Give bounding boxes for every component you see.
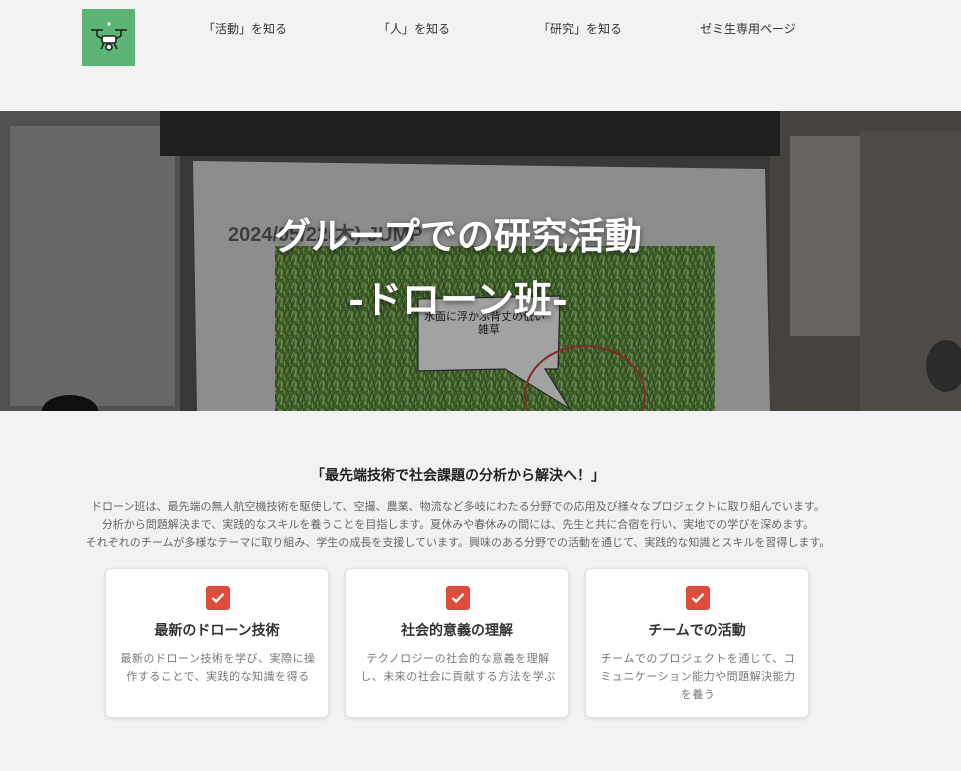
checkbox-icon	[686, 586, 710, 610]
checkbox-icon	[446, 586, 470, 610]
feature-card-text: 最新のドローン技術を学び、実際に操作することで、実践的な知識を得る	[120, 652, 316, 683]
feature-card-team-activity: チームでの活動 チームでのプロジェクトを通じて、コミュニケーション能力や問題解決…	[585, 568, 809, 718]
hero-title: グループでの研究活動	[274, 214, 642, 258]
intro-section: 「最先端技術で社会課題の分析から解決へ！」 ドローン班は、最先端の無人航空機技術…	[0, 411, 961, 771]
feature-card-drone-tech: 最新のドローン技術 最新のドローン技術を学び、実際に操作することで、実践的な知識…	[105, 568, 329, 718]
feature-card-text: チームでのプロジェクトを通じて、コミュニケーション能力や問題解決能力を養う	[600, 652, 796, 701]
feature-card-text: テクノロジーの社会的な意義を理解し、未来の社会に貢献する方法を学ぶ	[360, 652, 556, 683]
description-line: それぞれのチームが多様なテーマに取り組み、学生の成長を支援しています。興味のある…	[85, 536, 831, 549]
feature-card-social-meaning: 社会的意義の理解 テクノロジーの社会的な意義を理解し、未来の社会に貢献する方法を…	[345, 568, 569, 718]
nav-link-research[interactable]: 「研究」を知る	[538, 20, 622, 37]
hero-background-image: 2024/05/22(木) JUMP 水面に浮かぶ背丈の低い 雑草	[0, 111, 961, 411]
hero-subtitle: -ドローン班-	[348, 277, 568, 322]
nav-link-people[interactable]: 「人」を知る	[378, 20, 450, 37]
section-tagline: 「最先端技術で社会課題の分析から解決へ！」	[311, 468, 605, 484]
feature-card-title: 社会的意義の理解	[401, 623, 513, 639]
drone-icon	[90, 21, 127, 51]
description-line: 分析から問題解決まで、実践的なスキルを養うことを目指します。夏休みや春休みの間に…	[101, 518, 815, 531]
feature-card-title: チームでの活動	[648, 623, 746, 639]
nav-link-members-only[interactable]: ゼミ生専用ページ	[700, 20, 796, 37]
hero-banner: 2024/05/22(木) JUMP 水面に浮かぶ背丈の低い 雑草 グループでの…	[0, 111, 961, 411]
site-header: 「活動」を知る 「人」を知る 「研究」を知る ゼミ生専用ページ	[0, 0, 961, 111]
nav-link-activities[interactable]: 「活動」を知る	[203, 20, 287, 37]
description-line: ドローン班は、最先端の無人航空機技術を駆使して、空撮、農業、物流など多岐にわたる…	[91, 500, 825, 513]
checkbox-icon	[206, 586, 230, 610]
section-description: ドローン班は、最先端の無人航空機技術を駆使して、空撮、農業、物流など多岐にわたる…	[0, 498, 916, 552]
feature-card-title: 最新のドローン技術	[154, 623, 280, 639]
site-logo[interactable]	[82, 9, 135, 66]
